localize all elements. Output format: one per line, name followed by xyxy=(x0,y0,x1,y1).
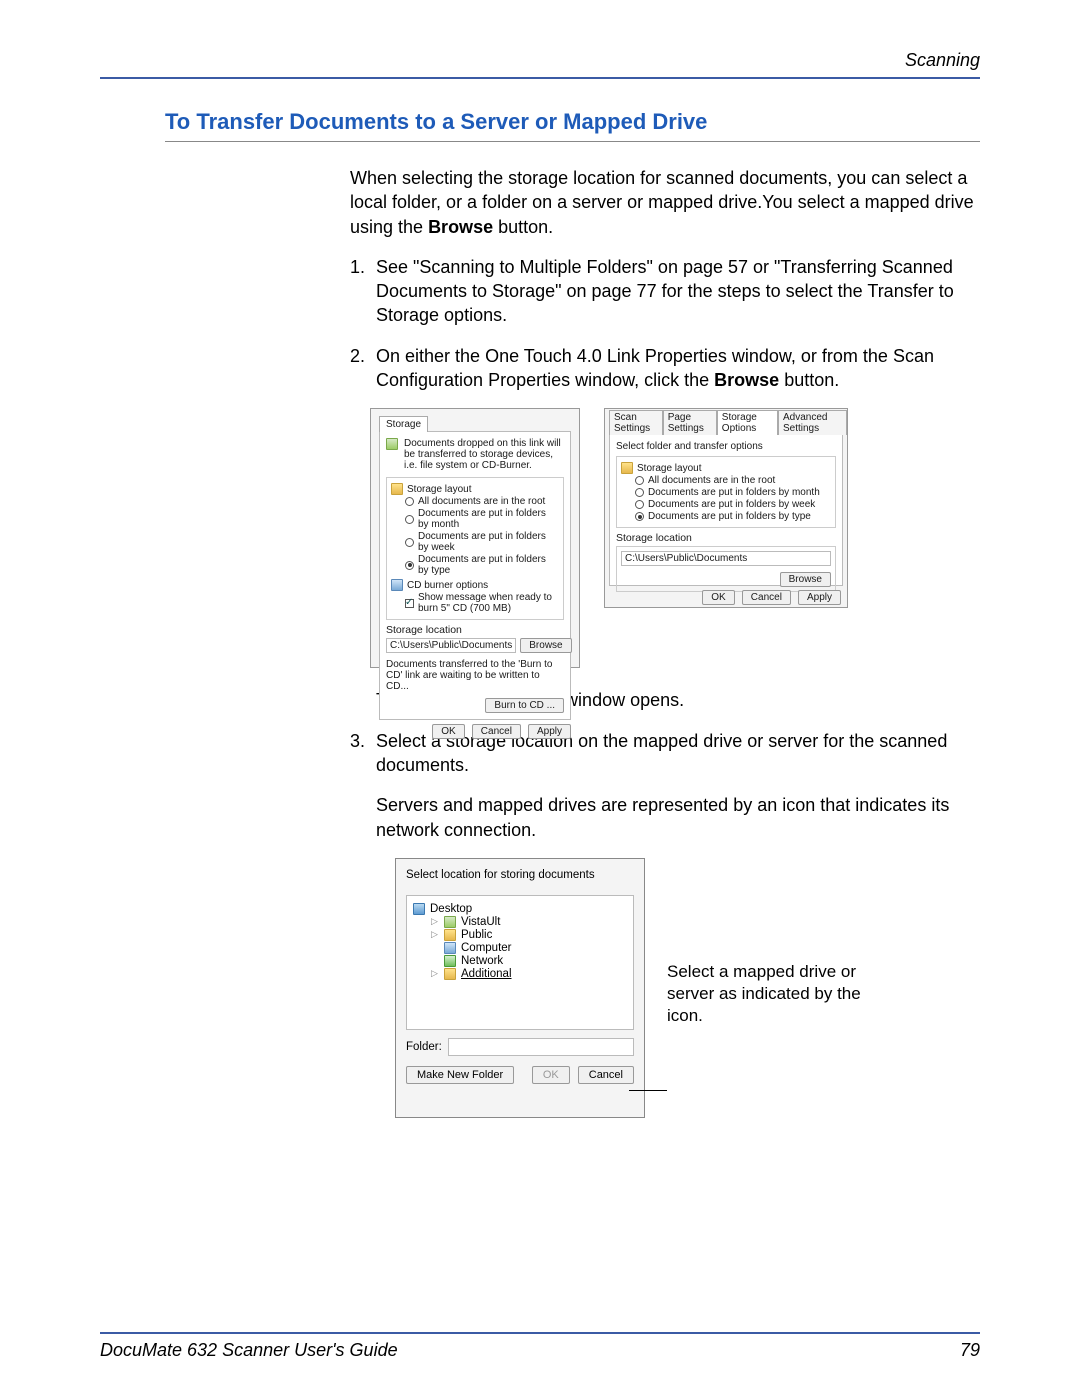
callout-text: Select a mapped drive or server as indic… xyxy=(667,961,897,1027)
make-new-folder-button[interactable]: Make New Folder xyxy=(406,1066,514,1084)
radio-root-label-r: All documents are in the root xyxy=(648,475,775,486)
burn-to-cd-button[interactable]: Burn to CD ... xyxy=(485,698,564,713)
step-1-text: See "Scanning to Multiple Folders" on pa… xyxy=(376,255,990,328)
apply-button[interactable]: Apply xyxy=(528,724,571,739)
intro-paragraph: When selecting the storage location for … xyxy=(350,166,990,239)
step-2-browse-word: Browse xyxy=(714,370,779,390)
callout-line xyxy=(629,1090,667,1091)
radio-month-label-r: Documents are put in folders by month xyxy=(648,487,820,498)
folder-icon xyxy=(621,462,633,474)
radio-type-label-r: Documents are put in folders by type xyxy=(648,511,811,522)
folder-icon xyxy=(391,483,403,495)
select-folder-label: Select folder and transfer options xyxy=(616,441,836,452)
intro-browse-word: Browse xyxy=(428,217,493,237)
footer-guide: DocuMate 632 Scanner User's Guide xyxy=(100,1340,398,1361)
radio-week[interactable] xyxy=(405,538,414,547)
browse-button-r[interactable]: Browse xyxy=(780,572,831,587)
storage-location-input[interactable]: C:\Users\Public\Documents xyxy=(386,638,516,653)
drive-icon xyxy=(386,438,398,450)
checkbox-burn-msg-label: Show message when ready to burn 5" CD (7… xyxy=(418,592,559,614)
cd-icon xyxy=(391,579,403,591)
tree-computer[interactable]: Computer xyxy=(461,942,512,954)
radio-root[interactable] xyxy=(405,497,414,506)
radio-root-r[interactable] xyxy=(635,476,644,485)
network-icon xyxy=(444,955,456,967)
step-2-text: On either the One Touch 4.0 Link Propert… xyxy=(376,344,990,393)
expander-icon[interactable]: ▷ xyxy=(431,916,439,927)
step-3-after: Servers and mapped drives are represente… xyxy=(376,793,990,842)
radio-type[interactable] xyxy=(405,561,414,570)
page-number: 79 xyxy=(960,1340,980,1361)
step-2-text-c: button. xyxy=(779,370,839,390)
scan-config-properties-dialog: Scan Settings Page Settings Storage Opti… xyxy=(604,408,848,608)
cd-burner-label: CD burner options xyxy=(407,580,488,591)
ok-button-browse[interactable]: OK xyxy=(532,1066,570,1084)
cancel-button-browse[interactable]: Cancel xyxy=(578,1066,634,1084)
storage-layout-label: Storage layout xyxy=(407,484,472,495)
radio-month-r[interactable] xyxy=(635,488,644,497)
callout-label: Select a mapped drive or server as indic… xyxy=(667,962,861,1025)
ok-button-r[interactable]: OK xyxy=(702,590,734,605)
storage-layout-label-r: Storage layout xyxy=(637,463,702,474)
expander-icon[interactable]: ▷ xyxy=(431,968,439,979)
step-1-number: 1. xyxy=(350,255,376,328)
step-2: 2. On either the One Touch 4.0 Link Prop… xyxy=(350,344,990,393)
tab-page-settings[interactable]: Page Settings xyxy=(663,410,717,435)
tree-additional[interactable]: Additional xyxy=(461,968,512,980)
step-2-text-a: On either the One Touch 4.0 Link Propert… xyxy=(376,346,934,390)
storage-link-properties-dialog: Storage Documents dropped on this link w… xyxy=(370,408,580,668)
step-2-number: 2. xyxy=(350,344,376,393)
ok-button[interactable]: OK xyxy=(432,724,464,739)
computer-icon xyxy=(444,942,456,954)
step-3-number: 3. xyxy=(350,729,376,778)
radio-week-r[interactable] xyxy=(635,500,644,509)
checkbox-burn-msg[interactable] xyxy=(405,599,414,608)
tab-scan-settings[interactable]: Scan Settings xyxy=(609,410,663,435)
browse-for-folder-dialog: Select location for storing documents De… xyxy=(395,858,645,1118)
section-title: To Transfer Documents to a Server or Map… xyxy=(165,109,980,142)
folder-input[interactable] xyxy=(448,1038,634,1056)
cancel-button-r[interactable]: Cancel xyxy=(742,590,791,605)
dlg-desc: Documents dropped on this link will be t… xyxy=(404,438,564,471)
radio-week-label: Documents are put in folders by week xyxy=(418,531,559,553)
browse-heading: Select location for storing documents xyxy=(406,869,634,881)
tree-desktop[interactable]: Desktop xyxy=(430,903,472,915)
folder-icon xyxy=(444,968,456,980)
storage-location-label: Storage location xyxy=(386,624,564,636)
radio-root-label: All documents are in the root xyxy=(418,496,545,507)
tab-advanced-settings[interactable]: Advanced Settings xyxy=(778,410,847,435)
radio-month[interactable] xyxy=(405,515,414,524)
tab-storage-options[interactable]: Storage Options xyxy=(717,410,778,435)
radio-week-label-r: Documents are put in folders by week xyxy=(648,499,815,510)
folder-label: Folder: xyxy=(406,1041,442,1053)
tree-vistault[interactable]: VistaUlt xyxy=(461,916,500,928)
tree-network[interactable]: Network xyxy=(461,955,503,967)
expander-icon[interactable]: ▷ xyxy=(431,929,439,940)
radio-type-label: Documents are put in folders by type xyxy=(418,554,559,576)
storage-location-input-r[interactable]: C:\Users\Public\Documents xyxy=(621,551,831,566)
intro-text-c: button. xyxy=(493,217,553,237)
storage-location-label-r: Storage location xyxy=(616,532,836,544)
radio-type-r[interactable] xyxy=(635,512,644,521)
burn-waiting-msg: Documents transferred to the 'Burn to CD… xyxy=(386,659,564,692)
tree-public[interactable]: Public xyxy=(461,929,492,941)
radio-month-label: Documents are put in folders by month xyxy=(418,508,559,530)
user-icon xyxy=(444,916,456,928)
desktop-icon xyxy=(413,903,425,915)
header-rule xyxy=(100,77,980,79)
folder-tree[interactable]: Desktop ▷ VistaUlt ▷ Public Computer Netwo… xyxy=(406,895,634,1030)
tab-storage[interactable]: Storage xyxy=(379,416,428,432)
step-1: 1. See "Scanning to Multiple Folders" on… xyxy=(350,255,990,328)
header-section: Scanning xyxy=(100,50,980,77)
apply-button-r[interactable]: Apply xyxy=(798,590,841,605)
folder-icon xyxy=(444,929,456,941)
browse-button[interactable]: Browse xyxy=(520,638,571,653)
cancel-button[interactable]: Cancel xyxy=(472,724,521,739)
